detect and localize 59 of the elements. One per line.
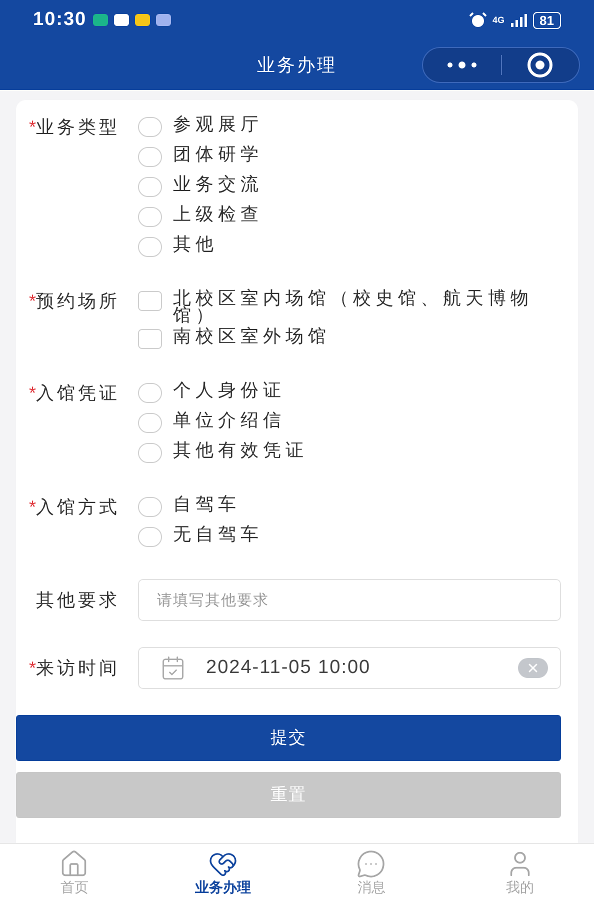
- radio-button[interactable]: [138, 443, 162, 463]
- option-label: 参观展厅: [173, 113, 263, 133]
- app-icon: [156, 14, 171, 26]
- page-title: 业务办理: [257, 54, 337, 76]
- input-field[interactable]: 请填写其他要求: [138, 579, 561, 621]
- date-time-field[interactable]: 2024-11-05 10:00: [138, 647, 561, 689]
- more-icon: [446, 61, 477, 69]
- required-mark: *: [28, 656, 36, 680]
- field-label: 入馆方式: [36, 496, 120, 518]
- clear-button[interactable]: [518, 658, 548, 678]
- option-label: 无自驾车: [173, 523, 263, 543]
- network-label: 4G: [492, 16, 505, 24]
- tab-item[interactable]: 首页: [0, 844, 148, 900]
- close-icon: [526, 661, 540, 675]
- app-icon: [92, 14, 108, 26]
- app-icon: [134, 14, 150, 26]
- radio-button[interactable]: [138, 117, 162, 137]
- battery-indicator: 81: [532, 12, 561, 28]
- radio-button[interactable]: [138, 207, 162, 227]
- checkbox[interactable]: [138, 291, 162, 311]
- app-icon: [114, 14, 129, 26]
- tab-item[interactable]: 消息: [297, 844, 446, 900]
- required-mark: *: [28, 496, 36, 518]
- required-mark: *: [28, 382, 36, 404]
- calendar-icon: [160, 655, 186, 681]
- option-label: 团体研学: [173, 143, 263, 163]
- option-label: 南校区室外场馆: [173, 325, 330, 345]
- radio-button[interactable]: [138, 383, 162, 403]
- required-mark: *: [28, 290, 36, 312]
- target-icon: [526, 51, 554, 79]
- radio-button[interactable]: [138, 497, 162, 517]
- radio-button[interactable]: [138, 413, 162, 433]
- chat-bubble-icon: [356, 849, 386, 879]
- field-label: 来访时间: [36, 656, 120, 680]
- checkbox[interactable]: [138, 329, 162, 349]
- option-label: 其他: [173, 233, 218, 253]
- date-time-value: 2024-11-05 10:00: [206, 656, 371, 680]
- radio-button[interactable]: [138, 177, 162, 197]
- submit-button[interactable]: 提交: [16, 715, 561, 761]
- alarm-icon: [468, 12, 487, 28]
- option-label: 北校区室内场馆（校史馆、航天博物馆）: [173, 287, 534, 324]
- option-label: 上级检查: [173, 203, 263, 223]
- radio-button[interactable]: [138, 237, 162, 257]
- option-label: 其他有效凭证: [173, 439, 308, 459]
- option-label: 个人身份证: [173, 379, 286, 399]
- field-label: 其他要求: [36, 588, 120, 612]
- tab-item[interactable]: 我的: [446, 844, 594, 900]
- option-label: 单位介绍信: [173, 409, 286, 429]
- tab-item[interactable]: 业务办理: [148, 844, 297, 900]
- field-label: 业务类型: [36, 116, 120, 138]
- option-label: 自驾车: [173, 493, 240, 513]
- required-mark: *: [28, 116, 36, 138]
- radio-button[interactable]: [138, 147, 162, 167]
- field-label: 预约场所: [36, 290, 120, 312]
- radio-button[interactable]: [138, 527, 162, 547]
- field-label: 入馆凭证: [36, 382, 120, 404]
- option-label: 业务交流: [173, 173, 263, 193]
- signal-icon: [510, 14, 527, 26]
- status-time: 10:30: [33, 8, 87, 32]
